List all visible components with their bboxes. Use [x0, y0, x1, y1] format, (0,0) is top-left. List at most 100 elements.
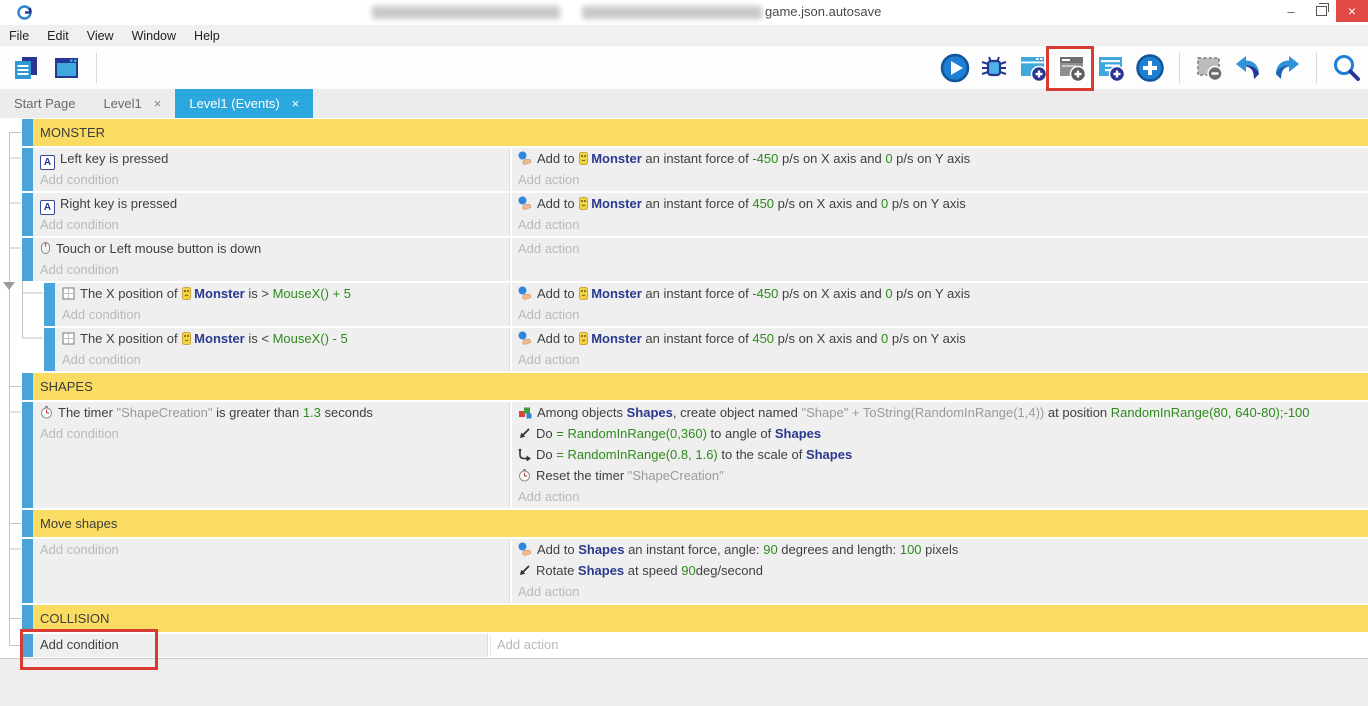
menu-view[interactable]: View: [87, 29, 114, 43]
events-sheet: MONSTER ALeft key is pressed Add conditi…: [0, 118, 1368, 706]
actions-cell[interactable]: Add to Monster an instant force of 450 p…: [512, 328, 1368, 371]
condition-right-key[interactable]: ARight key is pressed: [40, 193, 509, 214]
group-row-shapes[interactable]: SHAPES: [22, 373, 1368, 400]
actions-cell[interactable]: Add action: [512, 238, 1368, 281]
conditions-cell[interactable]: The timer "ShapeCreation" is greater tha…: [33, 402, 510, 508]
conditions-cell[interactable]: The X position of Monster is < MouseX() …: [55, 328, 510, 371]
group-header-move-shapes[interactable]: Move shapes: [33, 510, 1368, 537]
add-condition-link[interactable]: Add condition: [40, 169, 509, 191]
menu-edit[interactable]: Edit: [47, 29, 69, 43]
conditions-cell[interactable]: The X position of Monster is > MouseX() …: [55, 283, 510, 326]
action-add-force[interactable]: Add to Monster an instant force of 450 p…: [518, 328, 1368, 349]
event-row-move-shapes: Add condition Add to Shapes an instant f…: [22, 539, 1368, 603]
event-selection-bar[interactable]: [22, 605, 33, 632]
preview-play-icon[interactable]: [939, 52, 971, 84]
delete-event-icon[interactable]: [1193, 52, 1225, 84]
condition-touch[interactable]: Touch or Left mouse button is down: [40, 238, 509, 259]
event-selection-bar[interactable]: [22, 539, 33, 603]
add-action-link[interactable]: Add action: [518, 304, 1368, 326]
undo-icon[interactable]: [1232, 52, 1264, 84]
monster-object-icon: [579, 287, 588, 300]
menu-file[interactable]: File: [9, 29, 29, 43]
add-condition-link[interactable]: Add condition: [40, 423, 509, 445]
tab-level1[interactable]: Level1 ×: [89, 89, 175, 118]
tab-start-page[interactable]: Start Page: [0, 89, 89, 118]
add-condition-link[interactable]: Add condition: [62, 304, 509, 326]
project-manager-icon[interactable]: [10, 52, 42, 84]
conditions-cell[interactable]: Touch or Left mouse button is down Add c…: [33, 238, 510, 281]
group-row-move-shapes[interactable]: Move shapes: [22, 510, 1368, 537]
conditions-cell[interactable]: ALeft key is pressed Add condition: [33, 148, 510, 191]
action-set-scale[interactable]: Do = RandomInRange(0.8, 1.6) to the scal…: [518, 444, 1368, 465]
keyboard-icon: A: [40, 200, 55, 215]
group-header-shapes[interactable]: SHAPES: [33, 373, 1368, 400]
event-selection-bar[interactable]: [22, 238, 33, 281]
add-condition-link[interactable]: Add condition: [40, 214, 509, 236]
event-selection-bar[interactable]: [44, 328, 55, 371]
action-create-object[interactable]: Among objects Shapes, create object name…: [518, 402, 1368, 423]
action-add-force[interactable]: Add to Monster an instant force of 450 p…: [518, 193, 1368, 214]
collapse-arrow-icon: [3, 282, 15, 290]
action-set-angle[interactable]: Do = RandomInRange(0,360) to angle of Sh…: [518, 423, 1368, 444]
action-add-force[interactable]: Add to Shapes an instant force, angle: 9…: [518, 539, 1368, 560]
add-condition-link[interactable]: Add condition: [40, 539, 509, 560]
add-action-link[interactable]: Add action: [518, 486, 1368, 508]
add-action-link[interactable]: Add action: [518, 214, 1368, 236]
group-row-collision[interactable]: COLLISION: [22, 605, 1368, 632]
group-header-monster[interactable]: MONSTER: [33, 119, 1368, 146]
event-selection-bar[interactable]: [22, 510, 33, 537]
menu-bar: File Edit View Window Help: [0, 25, 1368, 46]
monster-object-icon: [182, 287, 191, 300]
add-condition-link[interactable]: Add condition: [62, 349, 509, 371]
condition-timer[interactable]: The timer "ShapeCreation" is greater tha…: [40, 402, 509, 423]
restore-button[interactable]: [1306, 0, 1336, 22]
condition-x-position[interactable]: The X position of Monster is < MouseX() …: [62, 328, 509, 349]
tab-bar: Start Page Level1 × Level1 (Events) ×: [0, 89, 1368, 118]
timer-icon: [40, 406, 53, 419]
event-selection-bar[interactable]: [44, 283, 55, 326]
action-reset-timer[interactable]: Reset the timer "ShapeCreation": [518, 465, 1368, 486]
event-selection-bar[interactable]: [22, 148, 33, 191]
event-selection-bar[interactable]: [22, 119, 33, 146]
event-selection-bar[interactable]: [22, 402, 33, 508]
actions-cell[interactable]: Add to Monster an instant force of 450 p…: [512, 193, 1368, 236]
actions-cell[interactable]: Add to Monster an instant force of -450 …: [512, 148, 1368, 191]
add-other-event-icon[interactable]: [1134, 52, 1166, 84]
add-action-link[interactable]: Add action: [518, 169, 1368, 191]
tab-label: Start Page: [14, 96, 75, 111]
minimize-button[interactable]: –: [1276, 0, 1306, 22]
action-add-force[interactable]: Add to Monster an instant force of -450 …: [518, 283, 1368, 304]
event-selection-bar[interactable]: [22, 373, 33, 400]
tab-level1-events[interactable]: Level1 (Events) ×: [175, 89, 313, 118]
actions-cell[interactable]: Add to Monster an instant force of -450 …: [512, 283, 1368, 326]
menu-help[interactable]: Help: [194, 29, 220, 43]
tab-close-icon[interactable]: ×: [154, 96, 162, 111]
add-action-link[interactable]: Add action: [518, 238, 1368, 259]
add-action-link[interactable]: Add action: [518, 349, 1368, 371]
group-header-collision[interactable]: COLLISION: [33, 605, 1368, 632]
close-button[interactable]: ×: [1336, 0, 1368, 22]
scene-editor-icon[interactable]: [50, 52, 82, 84]
add-action-link[interactable]: Add action: [497, 634, 1368, 655]
actions-cell[interactable]: Add action: [490, 634, 1368, 657]
condition-left-key[interactable]: ALeft key is pressed: [40, 148, 509, 169]
event-selection-bar[interactable]: [22, 193, 33, 236]
actions-cell[interactable]: Among objects Shapes, create object name…: [512, 402, 1368, 508]
redo-icon[interactable]: [1271, 52, 1303, 84]
actions-cell[interactable]: Add to Shapes an instant force, angle: 9…: [512, 539, 1368, 603]
action-rotate[interactable]: Rotate Shapes at speed 90deg/second: [518, 560, 1368, 581]
group-row-monster[interactable]: MONSTER: [22, 119, 1368, 146]
add-subevent-icon[interactable]: [1095, 52, 1127, 84]
debugger-icon[interactable]: [978, 52, 1010, 84]
add-event-icon[interactable]: [1017, 52, 1049, 84]
conditions-cell[interactable]: Add condition: [33, 539, 510, 603]
menu-window[interactable]: Window: [132, 29, 176, 43]
add-condition-link[interactable]: Add condition: [40, 259, 509, 281]
condition-x-position[interactable]: The X position of Monster is > MouseX() …: [62, 283, 509, 304]
search-icon[interactable]: [1330, 52, 1362, 84]
tab-close-icon[interactable]: ×: [292, 96, 300, 111]
add-action-link[interactable]: Add action: [518, 581, 1368, 603]
action-add-force[interactable]: Add to Monster an instant force of -450 …: [518, 148, 1368, 169]
monster-object-icon: [579, 332, 588, 345]
conditions-cell[interactable]: ARight key is pressed Add condition: [33, 193, 510, 236]
